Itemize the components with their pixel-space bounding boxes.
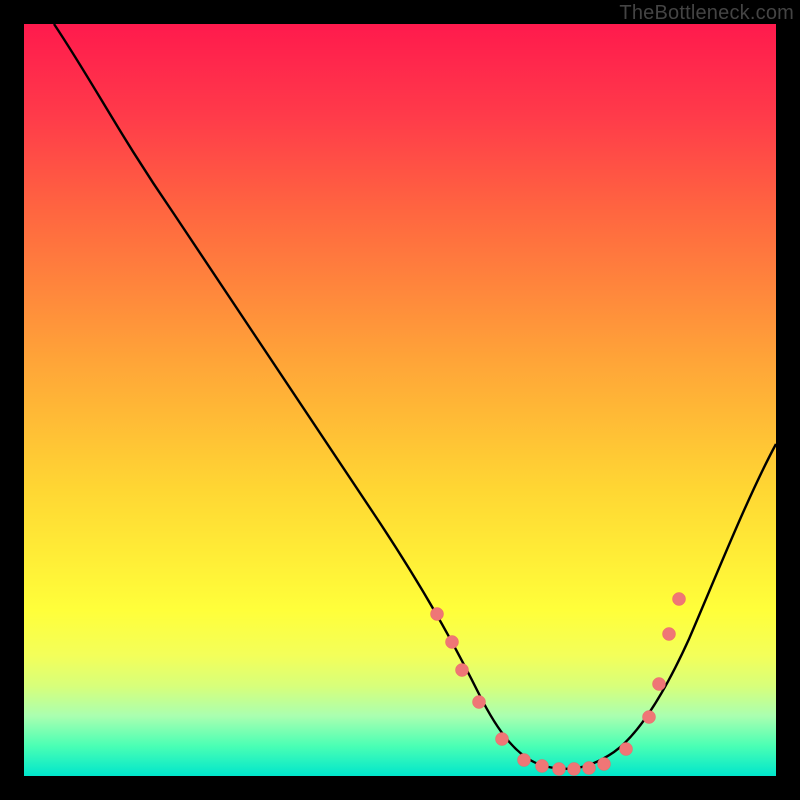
data-dot bbox=[673, 593, 686, 606]
data-dot bbox=[643, 711, 656, 724]
data-dot bbox=[473, 696, 486, 709]
data-dot bbox=[663, 628, 676, 641]
data-dot bbox=[598, 758, 611, 771]
watermark-text: TheBottleneck.com bbox=[619, 2, 794, 25]
chart-svg bbox=[24, 24, 776, 776]
data-dot bbox=[446, 636, 459, 649]
data-dot bbox=[568, 763, 581, 776]
data-dot bbox=[553, 763, 566, 776]
data-dot bbox=[653, 678, 666, 691]
data-dot bbox=[583, 762, 596, 775]
bottleneck-curve bbox=[54, 24, 776, 769]
data-dot bbox=[620, 743, 633, 756]
data-dot bbox=[518, 754, 531, 767]
chart-frame: TheBottleneck.com bbox=[0, 0, 800, 800]
data-dot bbox=[496, 733, 509, 746]
data-dot bbox=[431, 608, 444, 621]
dot-group bbox=[431, 593, 686, 776]
data-dot bbox=[536, 760, 549, 773]
data-dot bbox=[456, 664, 469, 677]
